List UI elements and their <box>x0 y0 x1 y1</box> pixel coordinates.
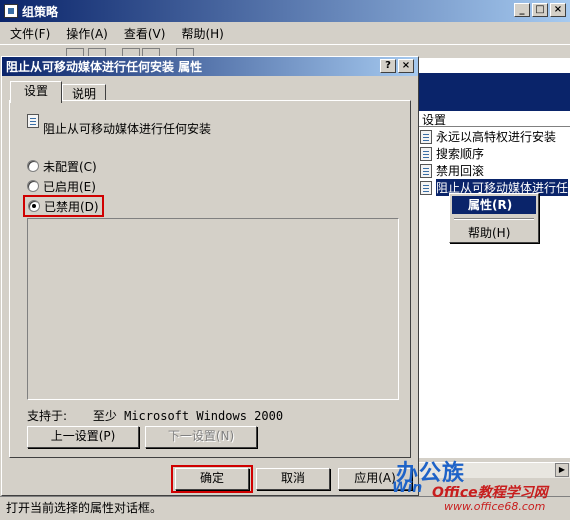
context-menu-help[interactable]: 帮助(H) <box>452 224 536 242</box>
radio-disabled[interactable]: 已禁用(D) <box>23 195 104 217</box>
status-text: 打开当前选择的属性对话框。 <box>6 501 163 515</box>
tab-settings[interactable]: 设置 <box>10 81 62 103</box>
main-window-title: 组策略 <box>22 4 59 19</box>
radio-circle-icon <box>27 180 39 192</box>
dialog-title-bar[interactable]: 阻止从可移动媒体进行任何安装 属性 ? × <box>2 57 418 76</box>
settings-column-header[interactable]: 设置 <box>418 111 570 127</box>
list-item-label: 永远以高特权进行安装 <box>436 130 557 144</box>
dialog-close-button[interactable]: × <box>398 59 414 73</box>
context-menu: 属性(R) 帮助(H) <box>449 193 539 243</box>
pane-header-band <box>418 73 570 111</box>
list-item[interactable]: 禁用回滚 <box>420 162 484 179</box>
policy-setting-icon <box>420 129 432 144</box>
radio-label: 已启用(E) <box>43 179 96 194</box>
supports-label: 支持于: <box>27 409 68 423</box>
list-item-label: 搜索顺序 <box>436 147 485 161</box>
menu-file[interactable]: 文件(F) <box>10 25 50 42</box>
list-item-label: 禁用回滚 <box>436 164 485 178</box>
menu-action[interactable]: 操作(A) <box>66 25 108 42</box>
radio-circle-icon <box>27 160 39 172</box>
cancel-button[interactable]: 取消 <box>256 468 330 490</box>
radio-label: 未配置(C) <box>43 159 97 174</box>
watermark-logo-sub: Win <box>392 480 423 496</box>
previous-setting-button[interactable]: 上一设置(P) <box>27 426 139 448</box>
context-menu-properties[interactable]: 属性(R) <box>452 196 536 214</box>
scroll-right-icon[interactable]: ▶ <box>555 463 569 477</box>
radio-not-configured[interactable]: 未配置(C) <box>27 157 97 175</box>
tab-explain[interactable]: 说明 <box>62 84 106 101</box>
menu-help[interactable]: 帮助(H) <box>181 25 223 42</box>
policy-header: 阻止从可移动媒体进行任何安装 <box>27 112 211 137</box>
menu-bar: 文件(F) 操作(A) 查看(V) 帮助(H) <box>0 22 570 44</box>
policy-options-area <box>27 218 399 400</box>
policy-setting-icon <box>420 163 432 178</box>
policy-setting-icon <box>27 114 39 128</box>
group-policy-icon <box>4 4 18 18</box>
list-item[interactable]: 搜索顺序 <box>420 145 484 162</box>
radio-checked-icon <box>28 200 40 212</box>
ok-button[interactable]: 确定 <box>175 468 249 490</box>
dialog-help-button[interactable]: ? <box>380 59 396 73</box>
watermark-url: www.office68.com <box>444 500 546 513</box>
list-item[interactable]: 永远以高特权进行安装 <box>420 128 556 145</box>
supported-on: 支持于: 至少 Microsoft Windows 2000 <box>27 407 283 424</box>
menu-view[interactable]: 查看(V) <box>124 25 166 42</box>
minimize-button[interactable]: _ <box>514 3 530 17</box>
menu-separator <box>454 218 534 220</box>
main-title-bar[interactable]: 组策略 _ □ × <box>0 0 570 22</box>
maximize-button[interactable]: □ <box>532 3 548 17</box>
policy-setting-icon <box>420 180 432 195</box>
radio-enabled[interactable]: 已启用(E) <box>27 177 96 195</box>
radio-label: 已禁用(D) <box>44 199 99 214</box>
watermark-site-name: Office教程学习网 <box>432 485 548 501</box>
dialog-title: 阻止从可移动媒体进行任何安装 属性 <box>6 60 203 74</box>
close-button[interactable]: × <box>550 3 566 17</box>
next-setting-button[interactable]: 下一设置(N) <box>145 426 257 448</box>
policy-setting-icon <box>420 146 432 161</box>
policy-name: 阻止从可移动媒体进行任何安装 <box>43 122 212 136</box>
supports-value: 至少 Microsoft Windows 2000 <box>92 409 284 423</box>
